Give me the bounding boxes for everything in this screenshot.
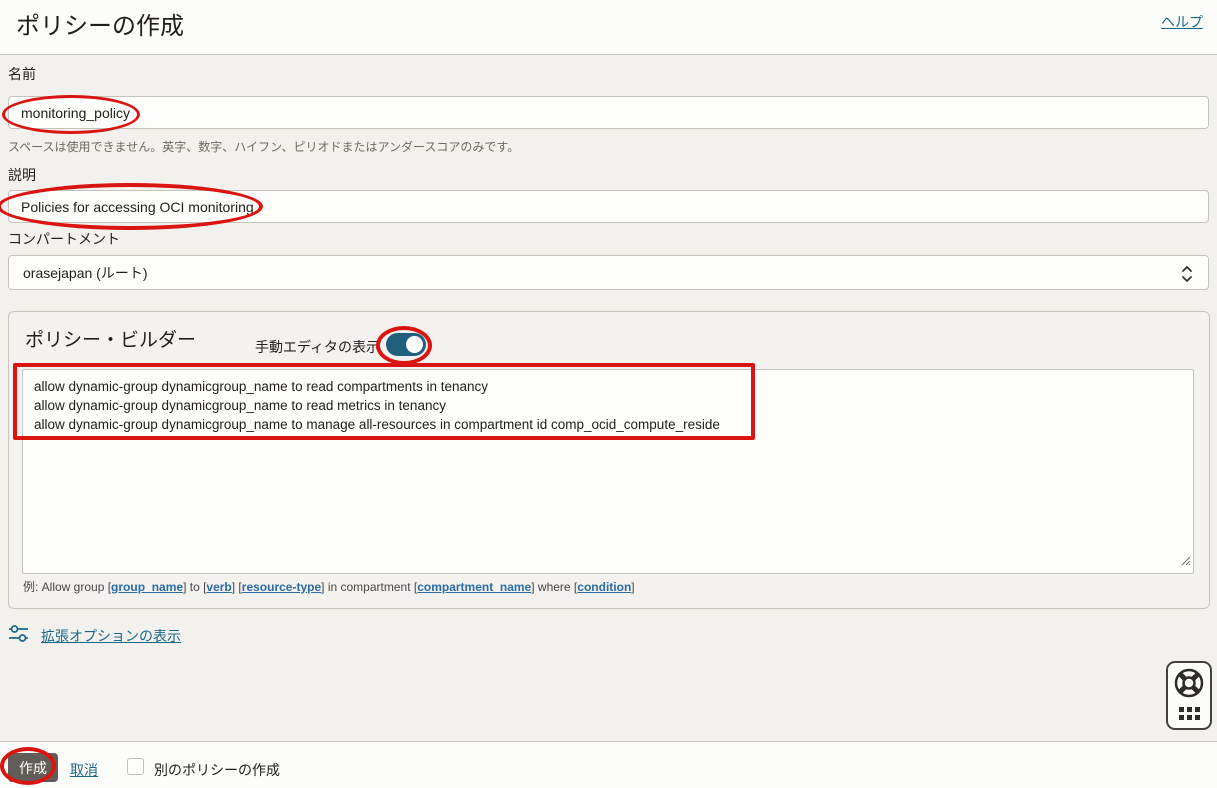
help-link[interactable]: ヘルプ [1161,12,1203,32]
example-text: ] where [ [531,580,577,594]
policy-example: 例: Allow group [group_name] to [verb] [r… [23,578,635,595]
compartment-label: コンパートメント [8,229,120,249]
create-button[interactable]: 作成 [8,753,58,782]
create-another-label: 別のポリシーの作成 [154,760,280,780]
example-link-compartment_name[interactable]: compartment_name [417,580,531,594]
example-text: ] to [ [183,580,206,594]
create-another-checkbox[interactable] [127,758,144,775]
example-link-resource-type[interactable]: resource-type [242,580,321,594]
page-title: ポリシーの作成 [16,6,184,41]
create-policy-page: { "page": { "title": "ポリシーの作成", "help_li… [0,0,1217,788]
name-input[interactable] [8,96,1209,129]
policy-editor-wrap [22,369,1194,574]
example-link-condition[interactable]: condition [577,580,631,594]
advanced-options-link[interactable]: 拡張オプションの表示 [41,626,181,646]
up-down-caret-icon [1180,264,1194,287]
example-text: ] [ [232,580,242,594]
manual-editor-toggle-label: 手動エディタの表示 [255,337,380,357]
name-helper-text: スペースは使用できません。英字、数字、ハイフン、ピリオドまたはアンダースコアのみ… [8,138,519,155]
resize-handle-icon[interactable] [1178,553,1192,572]
sliders-icon [8,623,29,649]
example-link-group_name[interactable]: group_name [111,580,183,594]
drag-dots-icon [1179,707,1200,720]
footer-bar: 作成 取消 別のポリシーの作成 [0,741,1217,788]
example-text: ] [631,580,634,594]
page-header: ポリシーの作成 ヘルプ [0,0,1217,55]
name-label: 名前 [8,64,36,84]
cancel-link[interactable]: 取消 [70,760,98,780]
advanced-options-row: 拡張オプションの表示 [8,625,181,647]
example-text: ] in compartment [ [321,580,417,594]
description-input[interactable] [8,190,1209,223]
support-widget[interactable] [1166,661,1212,730]
description-label: 説明 [8,165,36,185]
policy-builder-title: ポリシー・ビルダー [25,325,196,352]
toggle-knob [406,336,423,353]
compartment-select[interactable]: orasejapan (ルート) [8,255,1209,290]
example-text: 例: Allow group [ [23,580,111,594]
manual-editor-toggle[interactable] [386,333,426,356]
life-ring-icon [1173,667,1205,704]
example-link-verb[interactable]: verb [206,580,231,594]
compartment-selected-value: orasejapan (ルート) [23,263,148,283]
policy-editor[interactable] [22,369,1194,574]
policy-builder-section: ポリシー・ビルダー 手動エディタの表示 例: Allow group [grou… [8,311,1210,609]
